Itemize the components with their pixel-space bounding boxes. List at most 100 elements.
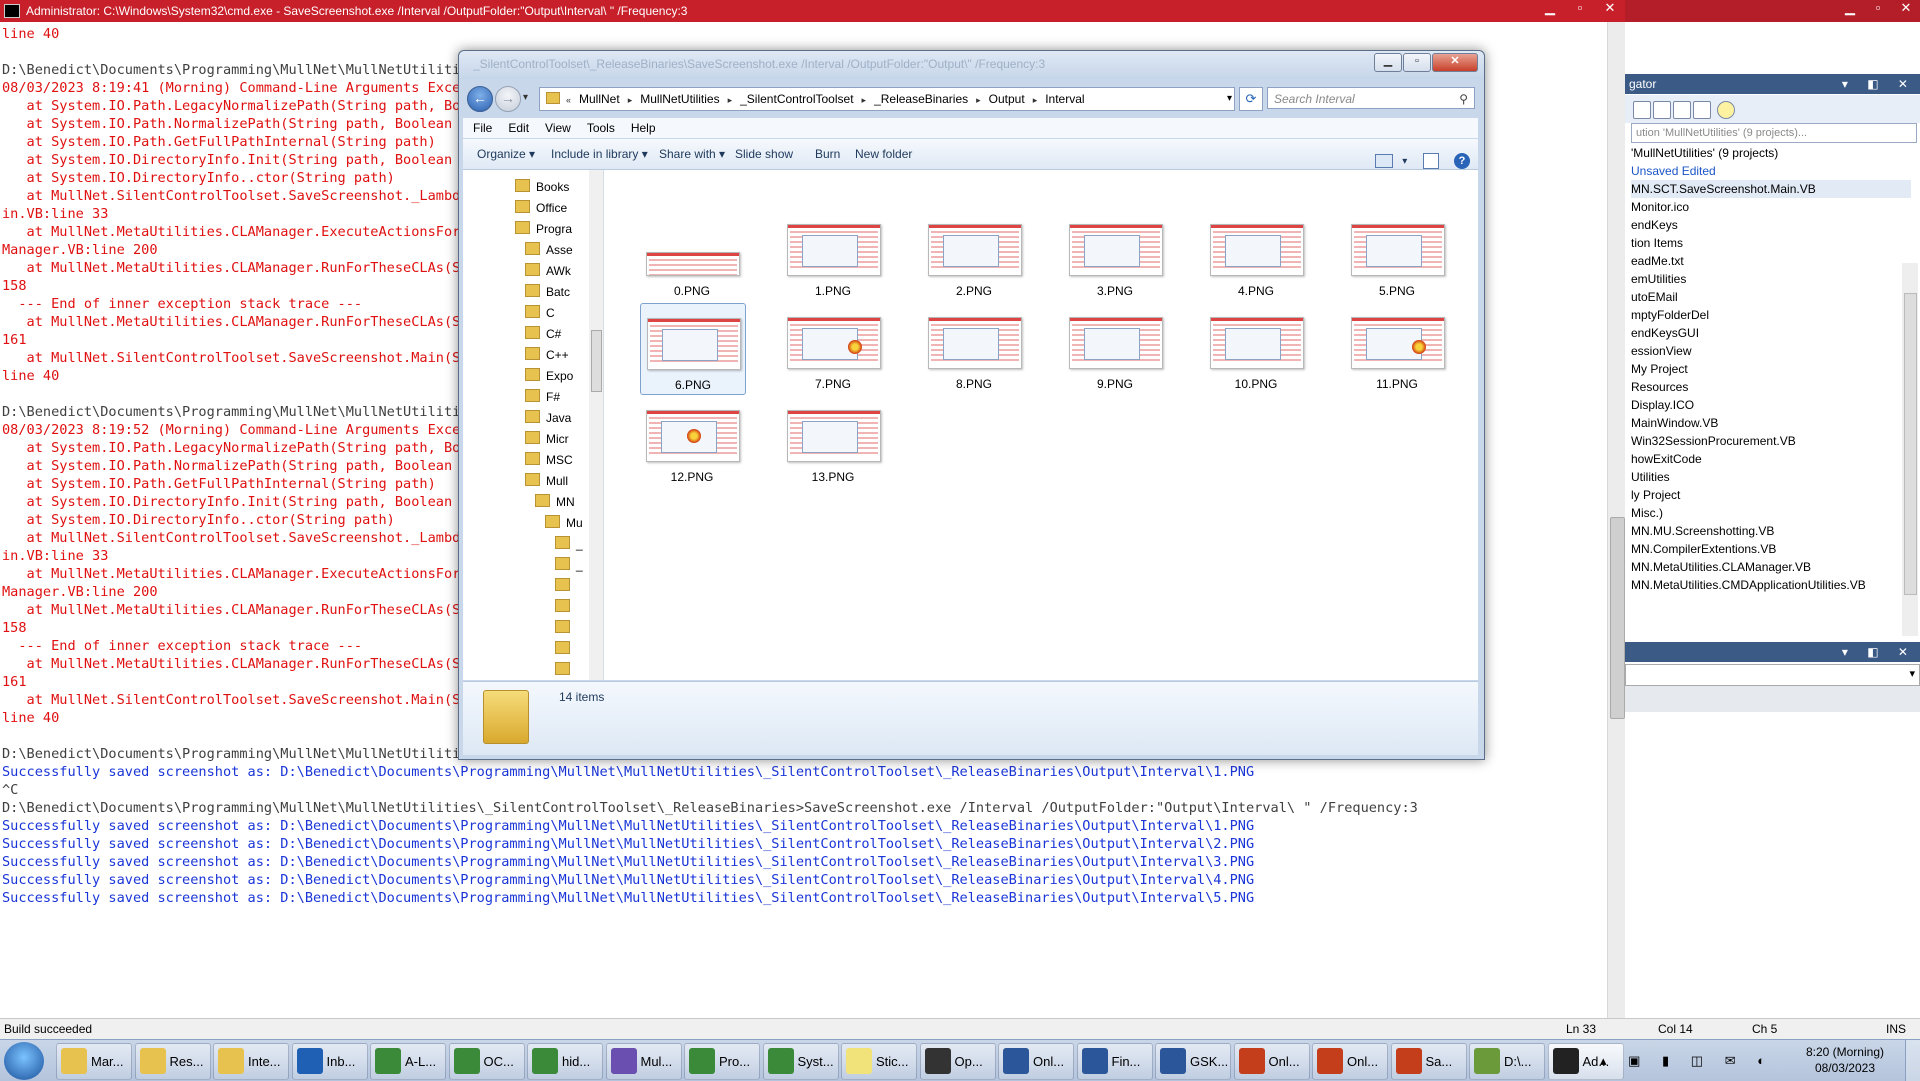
nav-folder-item[interactable]: Micr <box>525 429 569 449</box>
tree-scrollbar[interactable] <box>1902 263 1918 636</box>
back-icon[interactable] <box>1633 101 1651 119</box>
breadcrumb-chevron-icon[interactable]: ▸ <box>628 95 633 105</box>
nav-folder-item[interactable]: Asse <box>525 240 573 260</box>
tree-item[interactable]: eadMe.txt <box>1631 252 1911 270</box>
file-item[interactable]: 5.PNG <box>1345 210 1449 300</box>
tree-item[interactable]: Display.ICO <box>1631 396 1911 414</box>
tree-item[interactable]: utoEMail <box>1631 288 1911 306</box>
navigation-pane[interactable]: Books Office Progra Asse AWk Batc C C# C++ Expo F#… <box>463 170 604 680</box>
nav-folder-item[interactable]: MSC <box>525 450 573 470</box>
command-button[interactable]: Share with ▾ <box>659 139 725 169</box>
scroll-thumb[interactable] <box>591 330 602 392</box>
navigation-scrollbar[interactable] <box>589 170 603 680</box>
tree-item[interactable]: tion Items <box>1631 234 1911 252</box>
tree-item[interactable]: Win32SessionProcurement.VB <box>1631 432 1911 450</box>
properties-object-select[interactable] <box>1625 664 1920 686</box>
breadcrumb-chevron-icon[interactable]: ▸ <box>1033 95 1038 105</box>
menu-item[interactable]: View <box>545 121 571 135</box>
taskbar-item[interactable]: Pro... <box>684 1043 760 1080</box>
breadcrumb-chevron-icon[interactable]: ▸ <box>728 95 733 105</box>
view-icon[interactable] <box>1374 153 1393 168</box>
breadcrumb-chevron-icon[interactable]: ▸ <box>862 95 867 105</box>
tree-item[interactable]: essionView <box>1631 342 1911 360</box>
vs-minimize-button[interactable]: ▁ <box>1836 0 1864 18</box>
properties-icon[interactable] <box>1693 101 1711 119</box>
taskbar-item[interactable]: Inb... <box>291 1043 368 1080</box>
tree-item[interactable]: MN.MetaUtilities.CMDApplicationUtilities… <box>1631 576 1911 594</box>
search-icon[interactable]: ⚲ <box>1459 88 1468 110</box>
tree-item[interactable]: My Project <box>1631 360 1911 378</box>
vs-close-button[interactable]: ✕ <box>1892 0 1920 18</box>
tree-item[interactable]: howExitCode <box>1631 450 1911 468</box>
file-item[interactable]: 2.PNG <box>922 210 1026 300</box>
close-button[interactable]: ✕ <box>1432 53 1478 72</box>
menu-item[interactable]: Tools <box>587 121 615 135</box>
collapse-icon[interactable] <box>1673 101 1691 119</box>
vs-titlebar[interactable]: ▁ ▫ ✕ <box>1625 0 1920 22</box>
tree-item[interactable]: Unsaved Edited <box>1631 162 1911 180</box>
help-icon[interactable]: ? <box>1454 153 1470 169</box>
taskbar-item[interactable]: Mar... <box>56 1043 132 1080</box>
file-item[interactable]: 12.PNG <box>640 396 744 486</box>
back-button[interactable]: ← <box>467 86 493 112</box>
taskbar-item[interactable]: D:\... <box>1469 1043 1545 1080</box>
close-button[interactable]: ✕ <box>1595 0 1625 18</box>
taskbar-item[interactable]: Sa... <box>1390 1043 1467 1080</box>
tree-item[interactable]: 'MullNetUtilities' (9 projects) <box>1631 144 1911 162</box>
breadcrumb-item[interactable]: _SilentControlToolset <box>740 92 853 106</box>
solution-search-input[interactable]: ution 'MullNetUtilities' (9 projects)... <box>1631 123 1917 143</box>
tree-item[interactable]: ly Project <box>1631 486 1911 504</box>
file-item[interactable]: 6.PNG <box>640 303 746 395</box>
command-button[interactable]: Burn <box>815 139 840 169</box>
nav-folder-item[interactable]: Books <box>515 177 569 197</box>
minimize-button[interactable]: ▁ <box>1374 53 1402 72</box>
taskbar-item[interactable]: Inte... <box>213 1043 289 1080</box>
command-button[interactable]: Include in library ▾ <box>551 139 648 169</box>
file-item[interactable]: 7.PNG <box>781 303 885 393</box>
show-desktop-button[interactable] <box>1905 1040 1920 1081</box>
file-item[interactable]: 13.PNG <box>781 396 885 486</box>
command-button[interactable]: Slide show <box>735 139 793 169</box>
nav-folder-item[interactable] <box>555 660 576 680</box>
cmd-titlebar[interactable]: Administrator: C:\Windows\System32\cmd.e… <box>0 0 1625 22</box>
refresh-button[interactable]: ⟳ <box>1239 87 1263 111</box>
taskbar-item[interactable]: GSK... <box>1155 1043 1231 1080</box>
tree-item[interactable]: MainWindow.VB <box>1631 414 1911 432</box>
nav-folder-item[interactable]: F# <box>525 387 560 407</box>
explorer-titlebar[interactable]: _SilentControlToolset\_ReleaseBinaries\S… <box>459 51 1484 79</box>
sync-icon[interactable] <box>1653 101 1671 119</box>
maximize-button[interactable]: ▫ <box>1565 0 1595 18</box>
breadcrumb-chevron-icon[interactable]: ▸ <box>976 95 981 105</box>
tree-item[interactable]: MN.MU.Screenshotting.VB <box>1631 522 1911 540</box>
solution-tree[interactable]: 'MullNetUtilities' (9 projects) Unsaved … <box>1631 144 1911 594</box>
nav-folder-item[interactable] <box>555 639 576 659</box>
nav-folder-item[interactable] <box>555 576 576 596</box>
file-item[interactable]: 11.PNG <box>1345 303 1449 393</box>
menu-item[interactable]: File <box>473 121 492 135</box>
tree-item[interactable]: MN.SCT.SaveScreenshot.Main.VB <box>1631 180 1911 198</box>
command-button[interactable]: New folder <box>855 139 912 169</box>
panel-header-buttons[interactable]: ▾ ◧ ✕ <box>1842 74 1916 94</box>
breadcrumb-item[interactable]: Output <box>989 92 1025 106</box>
tree-item[interactable]: mptyFolderDel <box>1631 306 1911 324</box>
smiley-icon[interactable] <box>1717 101 1735 119</box>
taskbar-item[interactable]: Onl... <box>1233 1043 1310 1080</box>
nav-folder-item[interactable]: AWk <box>525 261 571 281</box>
clock[interactable]: 8:20 (Morning) 08/03/2023 <box>1806 1044 1884 1076</box>
taskbar-item[interactable]: Res... <box>134 1043 211 1080</box>
file-item[interactable]: 4.PNG <box>1204 210 1308 300</box>
preview-pane-icon[interactable] <box>1422 152 1439 169</box>
tree-item[interactable]: endKeysGUI <box>1631 324 1911 342</box>
taskbar-item[interactable]: Onl... <box>998 1043 1074 1080</box>
file-item[interactable]: 0.PNG <box>640 210 744 300</box>
breadcrumb-item[interactable]: MullNetUtilities <box>640 92 719 106</box>
nav-folder-item[interactable]: C# <box>525 324 561 344</box>
menu-item[interactable]: Edit <box>508 121 529 135</box>
recent-pages-button[interactable]: ▾ <box>523 92 528 103</box>
scroll-thumb[interactable] <box>1904 293 1917 595</box>
taskbar-item[interactable]: Op... <box>919 1043 996 1080</box>
start-button[interactable] <box>4 1042 44 1080</box>
tree-item[interactable]: MN.CompilerExtentions.VB <box>1631 540 1911 558</box>
search-input[interactable]: Search Interval ⚲ <box>1267 87 1475 109</box>
scroll-thumb[interactable] <box>1610 517 1625 719</box>
